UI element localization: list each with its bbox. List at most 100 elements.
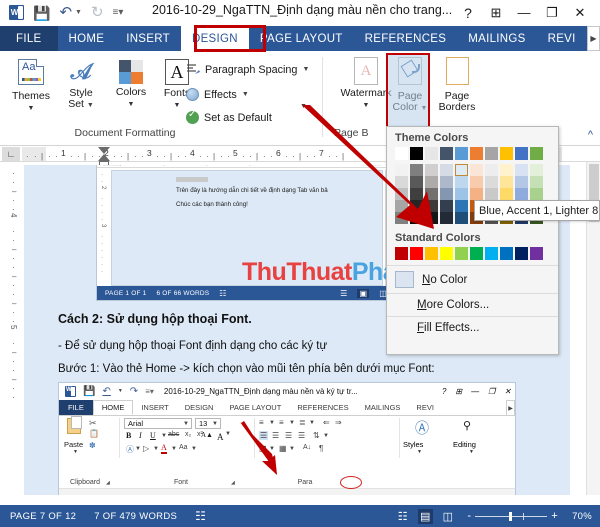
font-name-dropdown-icon[interactable]: ▼ [183,421,189,427]
embedded2-tab-design[interactable]: DESIGN [177,400,222,415]
color-swatch[interactable] [530,147,543,160]
color-swatch[interactable] [425,200,438,212]
customize-quick-access-icon[interactable]: ≡▾ [145,387,154,396]
tab-references[interactable]: REFERENCES [354,26,458,51]
tab-review-clipped[interactable]: REVI [537,26,587,51]
color-swatch[interactable] [530,247,543,260]
embedded2-tab-strip[interactable]: FILE HOME INSERT DESIGN PAGE LAYOUT REFE… [59,400,515,416]
themes-button[interactable]: Themes ▼ [8,59,54,114]
color-swatch[interactable] [500,247,513,260]
color-swatch[interactable] [410,147,423,160]
page-color-dropdown-panel[interactable]: Theme Colors Standard Colors No Color Mo… [386,126,559,355]
zoom-slider[interactable]: - + [463,510,562,522]
sort-icon[interactable]: A↓ [303,444,311,451]
colors-button[interactable]: Colors ▼ [108,60,154,110]
no-color-menu-item[interactable]: No Color [387,265,558,293]
grow-font-icon[interactable]: A▲ [201,431,213,439]
increase-indent-icon[interactable]: ⇒ [335,418,342,427]
font-size-dropdown-icon[interactable]: ▼ [212,421,218,427]
color-swatch[interactable] [530,188,543,200]
hanging-indent-marker[interactable] [98,154,110,161]
color-swatch[interactable] [395,164,408,176]
window-controls[interactable]: ? ⊞ — ❐ ✕ [454,0,594,26]
color-swatch[interactable] [395,247,408,260]
color-swatch[interactable] [500,147,513,160]
color-swatch[interactable] [470,188,483,200]
shrink-font-icon[interactable]: A [217,432,224,442]
help-icon[interactable]: ? [454,0,482,26]
save-icon[interactable]: 💾 [83,386,95,397]
embedded2-tab-review-clipped[interactable]: REVI [408,400,442,415]
effects-button[interactable]: Effects ▼ [186,88,249,101]
read-mode-icon[interactable]: ☰ [340,289,347,298]
multilevel-list-icon[interactable]: ≣ [299,418,306,427]
strikethrough-icon[interactable]: abc [168,431,179,438]
document-formatting-expand-icon[interactable]: ▼ [300,103,307,110]
color-swatch[interactable] [470,164,483,176]
color-swatch[interactable] [440,188,453,200]
color-swatch[interactable] [395,147,408,160]
shrink-font-dropdown-icon[interactable]: ▼ [225,431,231,437]
text-highlight-icon[interactable]: ▷ [143,444,149,453]
find-icon[interactable]: ⚲ [463,419,471,432]
theme-colors-row-base[interactable] [395,147,550,160]
color-swatch[interactable] [425,188,438,200]
maximize-button[interactable]: ❐ [488,387,495,396]
tab-mailings[interactable]: MAILINGS [457,26,536,51]
cut-icon[interactable]: ✂ [89,418,97,429]
color-swatch[interactable] [410,247,423,260]
color-swatch[interactable] [485,164,498,176]
color-swatch[interactable] [395,176,408,188]
set-as-default-button[interactable]: Set as Default [186,109,272,124]
color-swatch[interactable] [515,164,528,176]
standard-colors-row[interactable] [395,247,550,260]
proofing-error-icon[interactable]: ☷ [195,509,206,523]
color-swatch[interactable] [470,247,483,260]
zoom-out-button[interactable]: - [463,510,475,522]
embedded2-tab-page-layout[interactable]: PAGE LAYOUT [221,400,289,415]
color-swatch[interactable] [410,164,423,176]
close-button[interactable]: ✕ [504,387,511,396]
tab-stop-icon[interactable]: ∟ [2,147,20,161]
decrease-indent-icon[interactable]: ⇐ [323,418,330,427]
fill-effects-menu-item[interactable]: Fill Effects... [387,316,558,339]
color-swatch[interactable] [455,164,468,176]
tab-home[interactable]: HOME [58,26,116,51]
editing-dropdown-icon[interactable]: ▼ [469,449,474,455]
minimize-button[interactable]: — [510,0,538,26]
zoom-track[interactable] [475,511,548,521]
minimize-button[interactable]: — [471,387,479,396]
style-set-button[interactable]: 𝒜 Style Set ▼ [58,59,104,111]
color-swatch[interactable] [410,176,423,188]
quick-access-toolbar[interactable]: W 💾 ↶ ▼ ↻ ≡▾ [0,5,123,20]
color-swatch[interactable] [440,147,453,160]
color-swatch[interactable] [425,147,438,160]
color-swatch[interactable] [440,200,453,212]
color-swatch[interactable] [455,212,468,224]
proofing-icon[interactable]: ☷ [219,289,226,298]
color-swatch[interactable] [455,188,468,200]
color-swatch[interactable] [455,200,468,212]
highlight-dropdown-icon[interactable]: ▼ [153,446,159,452]
font-size-input[interactable]: 13 ▼ [195,418,221,429]
undo-icon[interactable]: ↶ [59,5,72,20]
color-swatch[interactable] [440,164,453,176]
color-swatch[interactable] [440,176,453,188]
undo-dropdown-icon[interactable]: ▼ [118,389,123,394]
redo-icon[interactable]: ↷ [130,386,138,397]
subscript-icon[interactable]: x₂ [185,431,191,438]
theme-colors-row-variant-1[interactable] [395,164,550,176]
color-swatch[interactable] [485,188,498,200]
maximize-button[interactable]: ❐ [538,0,566,26]
color-swatch[interactable] [470,147,483,160]
color-swatch[interactable] [530,164,543,176]
underline-icon[interactable]: U [150,431,156,440]
color-swatch[interactable] [455,147,468,160]
justify-icon[interactable]: ☰ [298,431,305,440]
bold-icon[interactable]: B [126,431,131,440]
color-swatch[interactable] [515,176,528,188]
theme-colors-row-variant-2[interactable] [395,176,550,188]
more-colors-menu-item[interactable]: More Colors... [387,293,558,316]
undo-icon[interactable]: ↶ [102,386,110,397]
embedded2-tab-references[interactable]: REFERENCES [289,400,356,415]
